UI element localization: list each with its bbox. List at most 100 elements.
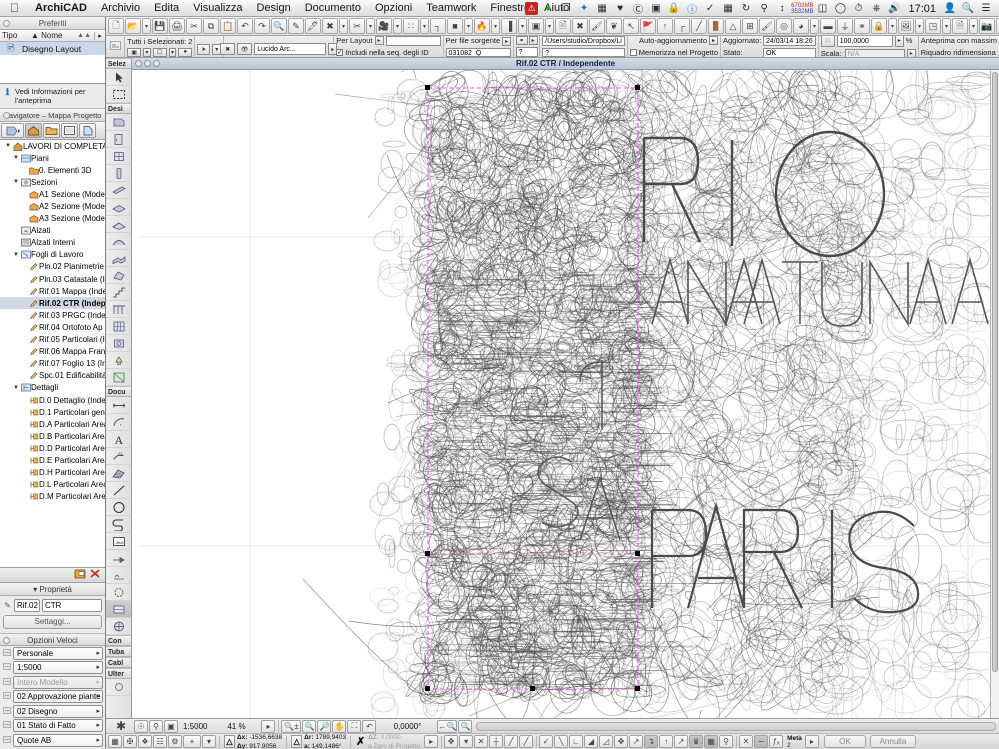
tree-item[interactable]: Alzati	[0, 225, 105, 237]
drawing-preview-button[interactable]: ⚲	[149, 719, 163, 733]
roof-icon[interactable]: △	[725, 18, 741, 34]
drawing-canvas[interactable]	[132, 70, 990, 718]
alert-icon[interactable]: ⚠	[525, 2, 539, 15]
tree-item[interactable]: Spc.01 Edificabilità	[0, 370, 105, 382]
heart-icon[interactable]: ♥	[612, 1, 628, 17]
fit-in-window-button[interactable]: ⛶	[347, 719, 362, 733]
column-tipo[interactable]: Tipo	[0, 31, 22, 40]
bluetooth-icon[interactable]: ⎈	[868, 1, 884, 17]
screenshot-icon[interactable]: ▦	[594, 1, 610, 17]
dimension-icon[interactable]	[106, 397, 131, 414]
render-icon[interactable]: ▣	[528, 18, 544, 34]
scale-dropdown[interactable]: ▸	[906, 49, 916, 57]
toolbox-group-tuba[interactable]: Tuba	[106, 646, 131, 657]
polyline-icon[interactable]	[106, 516, 131, 533]
grid-snap-icon[interactable]: ∷	[403, 18, 419, 34]
favorites-panel-header[interactable]: Preferiti	[0, 17, 105, 30]
change-marker-icon[interactable]	[106, 618, 131, 635]
tree-item[interactable]: ▼ Fogli di Lavoro	[0, 249, 105, 261]
toolbox-group-desi[interactable]: Desi	[106, 103, 131, 114]
sort-arrows-icon[interactable]: ▲▲	[77, 32, 94, 39]
arrow-select-icon[interactable]	[106, 69, 131, 86]
wall-icon[interactable]	[106, 114, 131, 131]
canvas-vertical-scrollbar[interactable]	[990, 70, 999, 718]
camera-icon[interactable]: 🎥	[376, 18, 392, 34]
previous-zoom-button[interactable]: ↶	[362, 719, 377, 733]
navigator-collapse-icon[interactable]	[3, 112, 10, 119]
tree-item[interactable]: Rif.01 Mappa (Inde	[0, 285, 105, 297]
tree-item[interactable]: D.M Particolari Area	[0, 491, 105, 503]
close-x-icon[interactable]: ✖	[572, 18, 588, 34]
tree-item[interactable]: D.1 Particolari gen	[0, 406, 105, 418]
tree-item[interactable]: A3 Sezione (Model	[0, 213, 105, 225]
toolbox-more-icon[interactable]	[106, 679, 131, 696]
source-file-field[interactable]: 031082_Q	[445, 48, 512, 57]
search-icon[interactable]: 🔍	[960, 1, 976, 17]
group-icon[interactable]: ⏚	[837, 18, 853, 34]
slab-icon[interactable]	[106, 199, 131, 216]
toolbox-group-docu[interactable]: Docu	[106, 386, 131, 397]
snap-star-icon[interactable]: ✱	[108, 719, 134, 733]
trace-reference-button[interactable]: ▣	[164, 719, 178, 733]
open-document-dropdown-arrow[interactable]: ▾	[142, 18, 151, 34]
shell-icon[interactable]	[106, 233, 131, 250]
leaf-icon[interactable]: ❦	[606, 18, 622, 34]
text-icon[interactable]: A	[106, 431, 131, 448]
guideline-line-button[interactable]: ╱	[519, 735, 534, 748]
snap-mid-button[interactable]: ╲	[554, 735, 569, 748]
elevation-icon[interactable]: ↑	[657, 18, 673, 34]
binoculars-icon[interactable]: ⚲	[756, 1, 772, 17]
mesh-icon[interactable]	[106, 250, 131, 267]
guideline-diagonal-button[interactable]: ╱	[504, 735, 519, 748]
3d-window-icon[interactable]: ⊞	[742, 18, 758, 34]
view-window-dropdown-arrow[interactable]: ▾	[915, 18, 924, 34]
ungroup-icon[interactable]: ⚭	[854, 18, 870, 34]
window-controls[interactable]	[135, 60, 160, 67]
per-layout-dropdown[interactable]: ▸	[374, 36, 384, 45]
snap-relative-button[interactable]: ✥	[444, 735, 459, 748]
solid-dropdown-arrow[interactable]: ▾	[464, 18, 473, 34]
view-3d-icon[interactable]: ◳	[925, 18, 941, 34]
coord-mode-xy-icon[interactable]: △	[224, 735, 235, 748]
line-tool-icon[interactable]: ╱	[691, 18, 707, 34]
zoom-dropdown-button[interactable]: ▸	[261, 719, 276, 733]
tree-item[interactable]: D.B Particolari Area	[0, 430, 105, 442]
property-name-field[interactable]: CTR	[42, 598, 102, 612]
toolbox-group-con[interactable]: Con	[106, 635, 131, 646]
sync-icon[interactable]: ↻	[738, 1, 754, 17]
link-dropdown[interactable]: ▸	[528, 36, 538, 45]
snap-guide-button[interactable]: ✠	[123, 735, 137, 748]
text-frame-icon[interactable]: 🖹	[555, 18, 571, 34]
pen-icon[interactable]: ✎	[288, 18, 304, 34]
solid-icon[interactable]: ■	[447, 18, 463, 34]
fire-icon[interactable]: 🔥	[474, 18, 490, 34]
layer-hide-icon[interactable]: ✖	[322, 18, 338, 34]
quick-options-collapse-icon[interactable]	[3, 636, 10, 644]
find-icon[interactable]: 🔍	[271, 18, 287, 34]
tree-item[interactable]: Pln.03 Catastale (Ir	[0, 273, 105, 285]
snap-point-button[interactable]: ❖	[138, 735, 152, 748]
orient-view-button[interactable]: ←🔍	[437, 719, 458, 733]
render3d-dropdown-arrow[interactable]: ▾	[810, 18, 819, 34]
copy-icon[interactable]: ❐	[558, 1, 574, 17]
menu-design[interactable]: Design	[249, 0, 297, 17]
window-minimize-icon[interactable]	[144, 60, 151, 67]
layer-lock-icon[interactable]: ✖	[220, 43, 236, 55]
reset-orientation-button[interactable]: 🔍	[458, 719, 473, 733]
cut-icon[interactable]: ✂	[186, 18, 202, 34]
snap-perp-button[interactable]: ∟	[569, 735, 584, 748]
network-icon[interactable]: ↕	[774, 1, 790, 17]
infobox-settings-icon[interactable]	[109, 41, 121, 52]
roof-icon[interactable]	[106, 216, 131, 233]
menu-archivio[interactable]: Archivio	[94, 0, 147, 17]
quick-options-header[interactable]: Opzioni Veloci	[0, 632, 105, 646]
menu-opzioni[interactable]: Opzioni	[368, 0, 419, 17]
magnet-button[interactable]: ⚙	[168, 735, 182, 748]
scissor-icon[interactable]: ✂	[349, 18, 365, 34]
selection-type-button[interactable]: ▣	[127, 47, 141, 57]
disclosure-triangle-icon[interactable]: ▼	[12, 179, 20, 185]
tree-item[interactable]: Rif.04 Ortofoto Ap	[0, 321, 105, 333]
scale-value-status[interactable]: 1:5000	[179, 722, 211, 731]
measure-icon[interactable]: ↖	[623, 18, 639, 34]
view-3d-dropdown-arrow[interactable]: ▾	[942, 18, 951, 34]
